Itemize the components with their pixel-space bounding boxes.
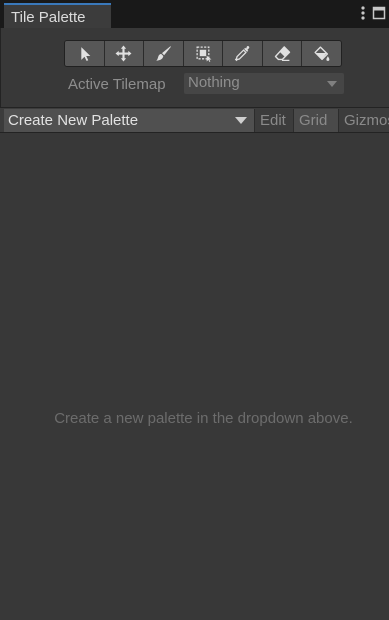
erase-tool-button[interactable]: [262, 41, 303, 66]
active-tilemap-row: Active Tilemap Nothing: [0, 72, 389, 94]
tool-bar: [64, 40, 342, 67]
move-tool-button[interactable]: [104, 41, 145, 66]
arrow-cursor-icon: [81, 47, 91, 61]
paint-tool-button[interactable]: [144, 41, 184, 66]
tab-strip: Tile Palette: [0, 0, 389, 28]
gizmos-toggle-button[interactable]: Gizmos: [338, 109, 389, 132]
palette-dropdown[interactable]: Create New Palette: [4, 109, 254, 132]
eraser-icon: [274, 46, 290, 62]
palette-dropdown-value: Create New Palette: [8, 112, 139, 129]
tile-palette-window: Tile Palette Active Tilemap Nothing Crea…: [0, 0, 389, 620]
grid-toggle-button[interactable]: Grid: [293, 109, 338, 132]
empty-palette-message: Create a new palette in the dropdown abo…: [54, 410, 353, 427]
chevron-down-icon: [327, 81, 337, 87]
eyedropper-icon: [234, 46, 250, 62]
box-fill-tool-button[interactable]: [183, 41, 224, 66]
kebab-menu-icon[interactable]: [360, 5, 366, 26]
select-tool-button[interactable]: [65, 41, 105, 66]
active-tilemap-dropdown[interactable]: Nothing: [184, 73, 344, 94]
brush-icon: [156, 46, 171, 61]
active-tilemap-value: Nothing: [188, 74, 240, 91]
tab-tile-palette[interactable]: Tile Palette: [4, 3, 111, 28]
paint-bucket-icon: [314, 46, 330, 61]
edit-button[interactable]: Edit: [254, 109, 293, 132]
palette-toolbar: Create New Palette Edit Grid Gizmos: [0, 107, 389, 133]
palette-area[interactable]: Create a new palette in the dropdown abo…: [0, 133, 389, 620]
tab-title: Tile Palette: [11, 9, 86, 26]
box-fill-icon: [196, 46, 211, 62]
move-arrows-icon: [115, 45, 132, 62]
window-controls: [360, 5, 389, 26]
chevron-down-icon: [235, 117, 247, 124]
pick-tool-button[interactable]: [223, 41, 263, 66]
maximize-icon[interactable]: [372, 6, 386, 25]
active-tilemap-label: Active Tilemap: [68, 76, 166, 93]
fill-tool-button[interactable]: [302, 41, 341, 66]
